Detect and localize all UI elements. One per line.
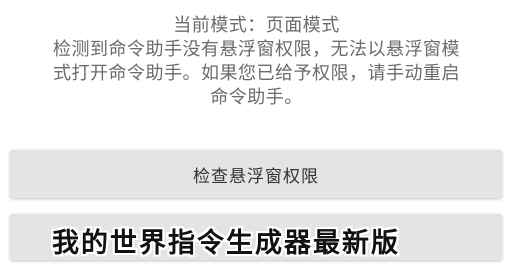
- message-line: 式打开命令助手。如果您已给予权限，请手动重启: [53, 63, 460, 84]
- permission-message: 当前模式：页面模式 检测到命令助手没有悬浮窗权限，无法以悬浮窗模 式打开命令助手…: [14, 14, 499, 110]
- current-mode-text: 当前模式：页面模式: [173, 15, 340, 36]
- message-line: 命令助手。: [210, 87, 303, 108]
- check-overlay-permission-label: 检查悬浮窗权限: [193, 166, 319, 187]
- check-overlay-permission-button[interactable]: 检查悬浮窗权限: [10, 150, 502, 198]
- message-line: 检测到命令助手没有悬浮窗权限，无法以悬浮窗模: [53, 39, 460, 60]
- watermark-caption: 我的世界指令生成器最新版: [52, 228, 400, 259]
